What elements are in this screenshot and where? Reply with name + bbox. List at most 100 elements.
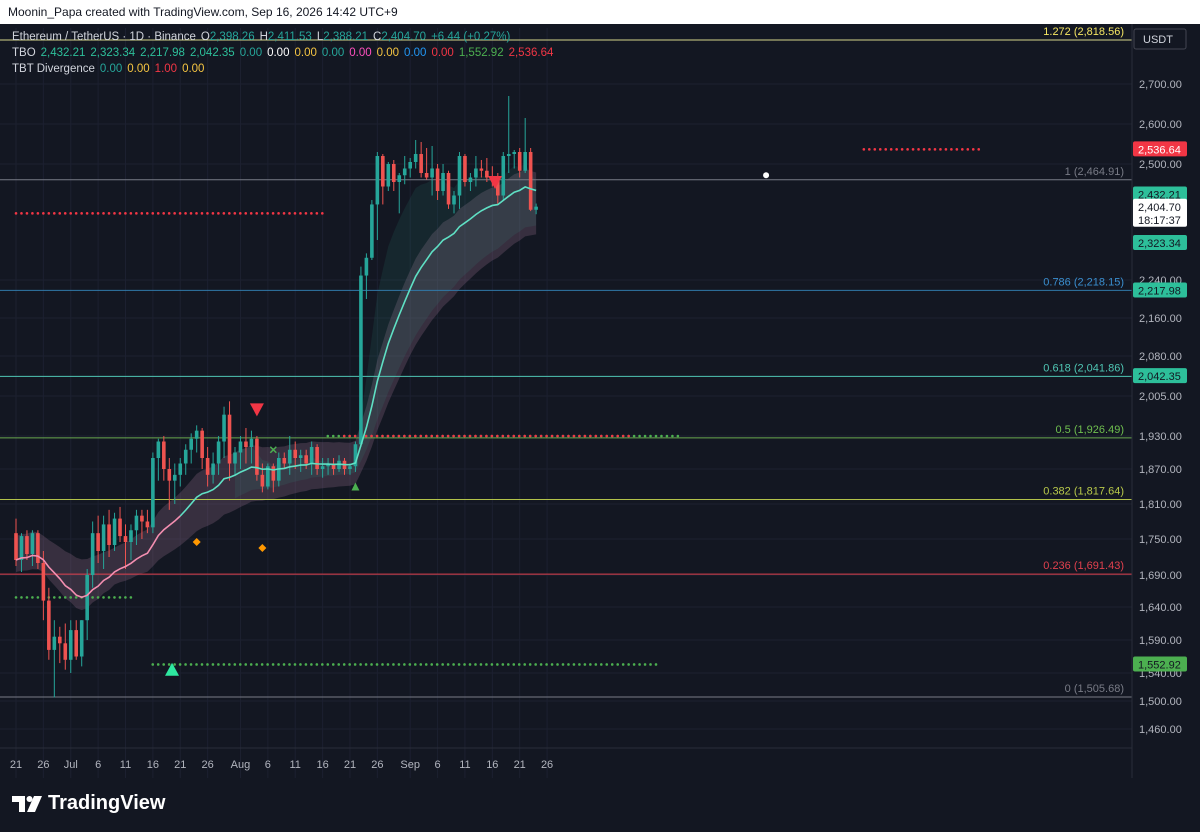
signal-dot [556, 663, 559, 666]
signal-dot [599, 663, 603, 666]
candle [74, 620, 79, 660]
time-axis-tick: 26 [541, 759, 553, 771]
signal-dot [381, 663, 384, 666]
signal-dot [430, 663, 434, 666]
legend-tbo-value: 2,432.21 [40, 47, 86, 59]
legend-tbo-value: 0.00 [321, 47, 345, 59]
signal-dot [873, 148, 877, 151]
price-label-text: 2,404.70 [1138, 202, 1181, 214]
signal-dot [939, 148, 942, 151]
signal-dot [414, 663, 417, 666]
fib-level-label: 0.5 (1,926.49) [1056, 424, 1125, 436]
fib-level-label: 0.382 (1,817.64) [1043, 486, 1124, 498]
signal-dot [124, 212, 127, 215]
candle-body [145, 521, 150, 528]
signal-dot [25, 212, 29, 215]
price-chart[interactable]: 1.272 (2,818.56) 1 (2,464.91) 0.786 (2,218… [0, 0, 1200, 832]
candle-body [156, 441, 161, 458]
legend-ohlc-value: 2,398.26 [209, 31, 255, 43]
signal-dot [419, 434, 423, 438]
signal-dot [189, 663, 193, 666]
candle-body [402, 168, 407, 176]
candle-body [457, 156, 462, 196]
signal-dot [184, 663, 187, 666]
signal-dot [375, 663, 379, 666]
signal-dot [479, 434, 483, 438]
tradingview-logo[interactable]: TradingView [12, 792, 165, 815]
signal-dot [195, 212, 198, 215]
signal-dot [342, 663, 346, 666]
time-axis-tick: Jul [64, 759, 78, 771]
signal-dot [550, 663, 554, 666]
legend-tbt-value: 1.00 [154, 63, 178, 75]
signal-dot [266, 663, 269, 666]
signal-dot [474, 434, 477, 438]
signal-dot [277, 212, 280, 215]
signal-dot [156, 663, 160, 666]
legend-ohlc-0: O2,398.26 [201, 31, 255, 43]
price-axis-tick: 2,500.00 [1139, 159, 1182, 171]
signal-dot [424, 663, 428, 666]
signal-dot [386, 434, 390, 438]
signal-dot [654, 663, 658, 666]
legend-ohlc-value: 2,411.53 [267, 31, 312, 43]
signal-dot [556, 434, 559, 438]
signal-dot [222, 212, 226, 215]
signal-dot [490, 663, 494, 666]
signal-dot [906, 148, 909, 151]
buy-signal-marker [165, 662, 180, 676]
candle-body [419, 154, 423, 173]
signal-dot [884, 148, 888, 151]
signal-dot [868, 148, 871, 151]
signal-dot [676, 434, 680, 438]
signal-dot [238, 212, 242, 215]
signal-dot [446, 663, 450, 666]
signal-dot [85, 212, 89, 215]
signal-dot [69, 596, 72, 599]
signal-dot [424, 434, 428, 438]
header-bar: Moonin_Papa created with TradingView.com… [0, 0, 1200, 24]
signal-dot [282, 663, 286, 666]
signal-dot [331, 663, 335, 666]
fib-level-label: 0.236 (1,691.43) [1043, 560, 1124, 572]
fib-level-label: 0 (1,505.68) [1065, 683, 1124, 695]
signal-dot [348, 434, 351, 438]
signal-dot [288, 663, 291, 666]
candle-body [397, 175, 402, 182]
time-axis-tick: 11 [120, 759, 131, 771]
signal-dot [255, 663, 258, 666]
candle-body [485, 170, 489, 178]
signal-dot [895, 148, 898, 151]
signal-dot [151, 212, 155, 215]
signal-dot [621, 434, 625, 438]
signal-dot [468, 434, 472, 438]
signal-dot [63, 596, 67, 599]
signal-dot [364, 434, 368, 438]
price-axis-tick: 1,590.00 [1139, 635, 1182, 647]
candle [441, 164, 445, 196]
candle-body [523, 152, 527, 171]
time-axis-tick: 21 [10, 759, 22, 771]
signal-dot [249, 212, 253, 215]
signal-dot [260, 663, 264, 666]
signal-dot [627, 663, 630, 666]
candle-body [282, 458, 287, 464]
legend-tbo-row: TBO 2,432.21 2,323.34 2,217.98 2,042.35 0.00 0… [12, 47, 558, 59]
signal-dot [162, 212, 165, 215]
candle [58, 626, 62, 664]
signal-dot [96, 596, 100, 599]
candle-body [19, 536, 24, 560]
signal-dot [31, 596, 34, 599]
signal-dot [397, 434, 401, 438]
signal-dot [353, 663, 357, 666]
signal-dot [299, 663, 302, 666]
signal-dot [632, 663, 636, 666]
signal-dot [184, 212, 187, 215]
candle [63, 623, 68, 670]
signal-dot [933, 148, 937, 151]
candle [528, 148, 533, 212]
signal-dot [632, 434, 636, 438]
chart-app: 1.272 (2,818.56) 1 (2,464.91) 0.786 (2,218… [0, 0, 1200, 832]
signal-dot [315, 212, 319, 215]
signal-dot [129, 212, 133, 215]
